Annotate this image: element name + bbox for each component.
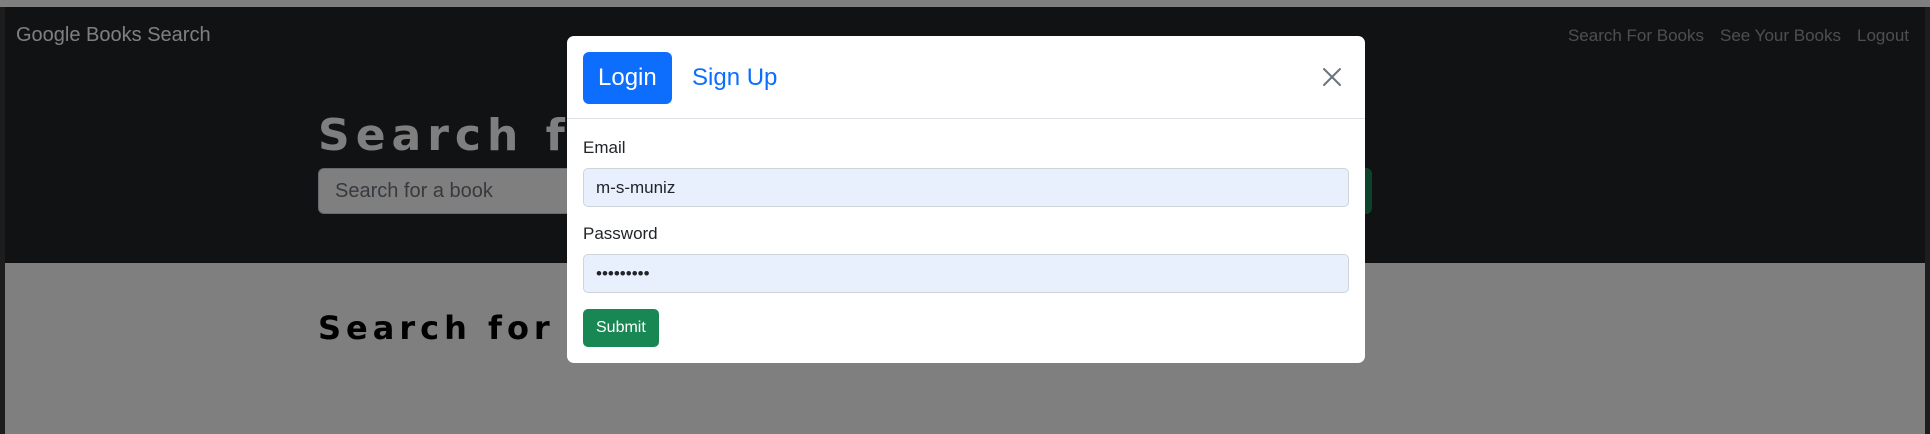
tab-login[interactable]: Login bbox=[583, 52, 672, 104]
close-icon[interactable] bbox=[1321, 66, 1343, 88]
app-root: Google Books Search Search For Books See… bbox=[0, 0, 1930, 434]
submit-button[interactable]: Submit bbox=[583, 309, 659, 347]
login-modal: Login Sign Up Email Password Submit bbox=[567, 36, 1365, 363]
password-field[interactable] bbox=[583, 254, 1349, 293]
email-label: Email bbox=[583, 138, 626, 157]
email-field[interactable] bbox=[583, 168, 1349, 207]
password-label: Password bbox=[583, 224, 658, 243]
modal-header: Login Sign Up bbox=[567, 36, 1365, 119]
tab-signup[interactable]: Sign Up bbox=[677, 52, 792, 104]
